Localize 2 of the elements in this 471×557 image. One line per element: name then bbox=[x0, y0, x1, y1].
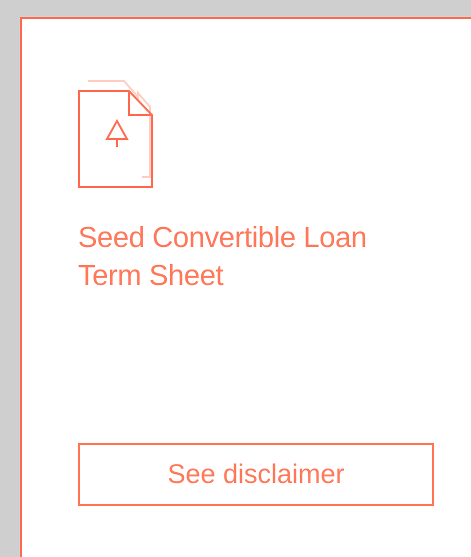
disclaimer-button[interactable]: See disclaimer bbox=[78, 443, 434, 506]
card-title: Seed Convertible Loan Term Sheet bbox=[78, 221, 368, 294]
